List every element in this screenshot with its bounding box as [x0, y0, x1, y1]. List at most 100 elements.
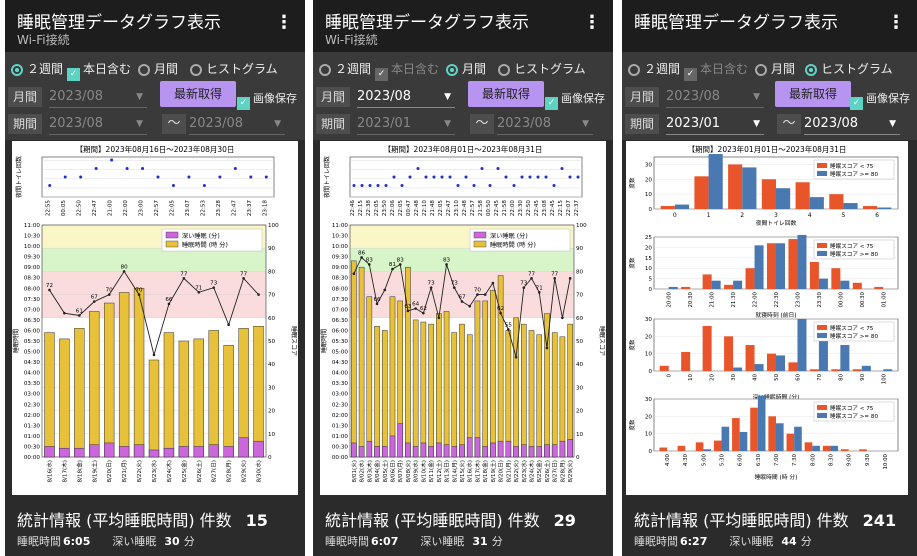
- toilet-count-point: [504, 175, 508, 179]
- sleep-time-tick: 04:00: [24, 371, 41, 377]
- deep-sleep-bar: [474, 437, 481, 458]
- hist-bar-low: [677, 445, 686, 451]
- app-title: 睡眠管理データグラフ表示: [634, 13, 838, 33]
- include-today-checkbox[interactable]: ✓ 本日含む: [67, 60, 131, 81]
- score-point: [391, 267, 394, 271]
- dropdown-arrow-icon: ▼: [274, 119, 281, 129]
- hist-x-tick: 20:30: [688, 291, 694, 307]
- toilet-count-point: [440, 175, 444, 179]
- legend-swatch-high: [817, 251, 827, 256]
- hist-bar-low: [788, 362, 798, 371]
- period-to-select[interactable]: 2023/08 ▼: [189, 114, 285, 135]
- deep-sleep-bar: [551, 444, 558, 458]
- hist-y-tick: 10: [645, 192, 653, 198]
- deep-sleep-bar: [513, 446, 519, 458]
- radio-histogram[interactable]: ヒストグラム: [190, 60, 278, 77]
- legend-label-sleep: 睡眠時間 (時 分): [182, 241, 228, 249]
- bedtime-tick-label: 22:50: [526, 200, 532, 217]
- chart-svg: 【期間】2023年08月01日～2023年08月31日夜間トイレ回数22:46 2…: [320, 144, 606, 483]
- sleep-time-bar: [366, 296, 373, 458]
- period-from-select[interactable]: 2023/08 ▼: [49, 114, 147, 135]
- hist-x-tick: 5: [842, 213, 846, 219]
- radio-2weeks[interactable]: ２週間: [319, 60, 371, 77]
- radio-histogram[interactable]: ヒストグラム: [498, 60, 586, 77]
- overflow-menu-icon[interactable]: ⋮: [583, 12, 601, 33]
- radio-month[interactable]: 月間: [138, 60, 178, 77]
- hist-x-tick: 10:00: [883, 453, 889, 469]
- deep-sleep-bar: [420, 442, 427, 458]
- sleep-time-tick: 00:30: [332, 444, 349, 450]
- toilet-count-point: [392, 175, 396, 179]
- overflow-menu-icon[interactable]: ⋮: [887, 12, 905, 33]
- include-today-label: 本日含む: [83, 62, 132, 76]
- month-select[interactable]: 2023/08 ▼: [357, 87, 455, 108]
- hist-bar-high: [703, 449, 712, 451]
- hist-bar-high: [812, 445, 820, 451]
- hist-bar-low: [766, 243, 776, 289]
- include-today-checkbox[interactable]: ✓ 本日含む: [684, 60, 748, 81]
- connection-status: Wi-Fi接続: [17, 33, 70, 47]
- hist-x-tick: 8:00: [810, 453, 816, 466]
- record-count: 29: [553, 511, 576, 530]
- legend-label-high: 睡眠スコア >= 80: [830, 332, 878, 340]
- fetch-latest-button[interactable]: 最新取得: [775, 81, 851, 107]
- overflow-menu-icon[interactable]: ⋮: [275, 12, 293, 33]
- period-from-select[interactable]: 2023/01 ▼: [357, 114, 455, 135]
- radio-month[interactable]: 月間: [446, 60, 486, 77]
- tilde-separator: ～: [777, 114, 801, 134]
- sleep-time-bar: [536, 334, 543, 458]
- sleep-time-ylabel: 睡眠時間: [320, 329, 328, 353]
- period-to-select[interactable]: 2023/08 ▼: [804, 114, 900, 135]
- date-tick-label: 8/17(木): [60, 460, 68, 483]
- save-image-checkbox[interactable]: ✓ 画像保存: [545, 90, 605, 110]
- fetch-latest-button[interactable]: 最新取得: [160, 81, 236, 107]
- radio-month[interactable]: 月間: [755, 60, 795, 77]
- stats-heading: 統計情報 (平均睡眠時間) 件数 29: [325, 507, 576, 531]
- radio-2weeks[interactable]: ２週間: [628, 60, 680, 77]
- radio-histogram[interactable]: ヒストグラム: [805, 60, 893, 77]
- score-label: 73: [428, 281, 436, 287]
- radio-2weeks[interactable]: ２週間: [11, 60, 63, 77]
- fetch-latest-button[interactable]: 最新取得: [468, 81, 544, 107]
- bedtime-tick-label: 00:47: [406, 200, 412, 217]
- radio-unselected-icon: [190, 64, 202, 76]
- save-image-checkbox[interactable]: ✓ 画像保存: [237, 90, 297, 110]
- toilet-count-point: [496, 167, 500, 170]
- sleep-time-tick: 07:30: [24, 297, 41, 303]
- toilet-count-point: [79, 175, 83, 179]
- hist-x-tick: 6:30: [756, 453, 762, 466]
- month-select[interactable]: 2023/08 ▼: [49, 87, 147, 108]
- date-tick-label: 8/10(木): [419, 460, 427, 483]
- stats-heading: 統計情報 (平均睡眠時間) 件数 15: [17, 507, 268, 531]
- sleep-time-bar: [59, 338, 70, 458]
- period-from-select[interactable]: 2023/01 ▼: [666, 114, 764, 135]
- sleep-time-bar: [223, 344, 234, 458]
- bedtime-tick-label: 21:48: [430, 200, 436, 217]
- radio-2weeks-label: ２週間: [644, 62, 681, 76]
- save-image-checkbox[interactable]: ✓ 画像保存: [850, 90, 910, 110]
- hist-y-tick: 0: [648, 449, 652, 455]
- hist-x-tick: 23:30: [817, 291, 823, 307]
- toilet-count-point: [480, 167, 484, 170]
- hist-bar-low: [788, 239, 798, 289]
- toilet-count-point: [560, 167, 564, 170]
- hist-bar-low: [728, 164, 743, 209]
- bedtime-tick-label: 22:45: [550, 200, 556, 217]
- radio-unselected-icon: [498, 64, 510, 76]
- include-today-checkbox[interactable]: ✓ 本日含む: [375, 60, 439, 81]
- legend-swatch-deep: [165, 231, 179, 239]
- hist-bar-low: [822, 445, 831, 451]
- radio-selected-icon: [11, 64, 23, 76]
- hist-bar-high: [830, 445, 839, 451]
- month-select[interactable]: 2023/08 ▼: [666, 87, 764, 108]
- period-label: 期間: [625, 114, 659, 134]
- date-tick-label: 8/21(月): [505, 460, 512, 483]
- date-tick-label: 8/08(火): [405, 460, 412, 483]
- legend-swatch-high: [817, 413, 827, 418]
- hist-bar-low: [766, 353, 776, 371]
- stats-heading: 統計情報 (平均睡眠時間) 件数 241: [634, 507, 896, 531]
- score-tick: 30: [268, 385, 276, 391]
- period-to-select[interactable]: 2023/08 ▼: [497, 114, 593, 135]
- toilet-count-point: [528, 175, 532, 179]
- hist-bar-low: [795, 182, 810, 209]
